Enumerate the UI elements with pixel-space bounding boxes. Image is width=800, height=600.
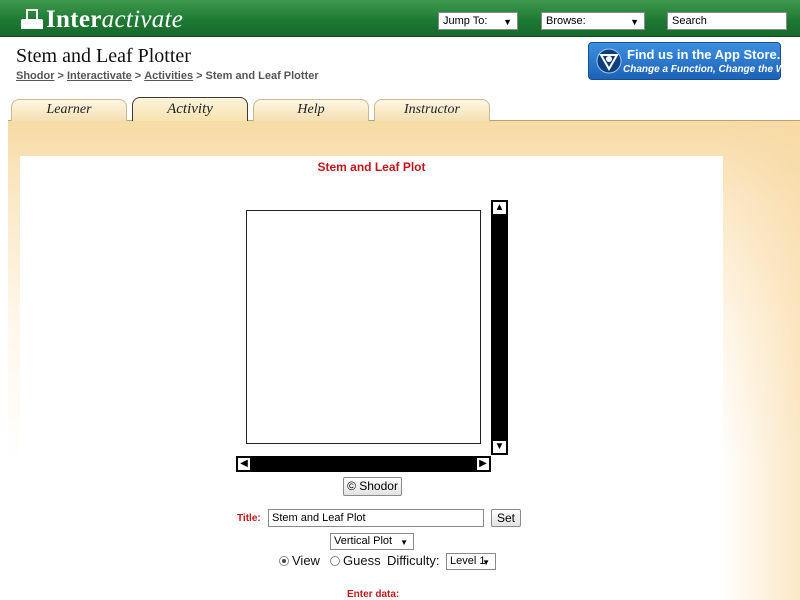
scroll-right-icon[interactable]: ▶ — [476, 457, 490, 471]
browse-select[interactable]: Browse: ▼ — [541, 12, 645, 30]
dropdown-arrow-icon: ▼ — [400, 538, 408, 547]
app-store-tagline: Change a Function, Change the World — [623, 64, 800, 75]
plot-type-value: Vertical Plot — [334, 535, 393, 547]
app-store-headline: Find us in the App Store. — [627, 47, 781, 62]
breadcrumb: Shodor > Interactivate > Activities > Stem and… — [16, 70, 319, 82]
tab-bar: Learner Activity Help Instructor — [0, 97, 800, 121]
breadcrumb-shodor[interactable]: Shodor — [16, 70, 55, 82]
jump-to-select[interactable]: Jump To: ▼ — [438, 12, 518, 30]
title-label: Title: — [237, 513, 261, 524]
difficulty-label: Difficulty: — [387, 553, 440, 568]
top-navigation-bar: Interactivate Jump To: ▼ Browse: ▼ Searc… — [0, 0, 800, 37]
tab-help[interactable]: Help — [253, 99, 369, 121]
scroll-left-icon[interactable]: ◀ — [237, 457, 251, 471]
scroll-up-icon[interactable]: ▲ — [492, 201, 507, 215]
brand-name: Interactivate — [46, 5, 184, 33]
interactivate-logo[interactable]: Interactivate — [20, 4, 183, 34]
breadcrumb-current: Stem and Leaf Plotter — [205, 70, 319, 82]
set-button[interactable]: Set — [491, 509, 521, 527]
vertical-scrollbar[interactable]: ▲ ▼ — [491, 200, 508, 455]
view-radio[interactable] — [279, 556, 289, 566]
tab-instructor[interactable]: Instructor — [374, 99, 490, 121]
view-label: View — [292, 553, 320, 568]
difficulty-select[interactable]: Level 1 ▼ — [446, 553, 496, 570]
page-title: Stem and Leaf Plotter — [16, 45, 191, 67]
plot-type-select[interactable]: Vertical Plot ▼ — [330, 533, 414, 550]
copyright-button[interactable]: © Shodor — [343, 477, 402, 496]
guess-label: Guess — [343, 553, 381, 568]
search-input[interactable]: Search — [667, 12, 787, 30]
tab-learner[interactable]: Learner — [11, 99, 127, 121]
dropdown-arrow-icon: ▼ — [503, 17, 512, 27]
horizontal-scrollbar[interactable]: ◀ ▶ — [236, 456, 491, 472]
guess-radio[interactable] — [330, 556, 340, 566]
breadcrumb-interactivate[interactable]: Interactivate — [67, 70, 132, 82]
book-icon — [20, 7, 44, 31]
jump-to-label: Jump To: — [443, 15, 488, 27]
dropdown-arrow-icon: ▼ — [482, 558, 490, 567]
breadcrumb-activities[interactable]: Activities — [144, 70, 193, 82]
plot-title: Stem and Leaf Plot — [317, 160, 426, 174]
tab-activity[interactable]: Activity — [132, 97, 248, 121]
difficulty-value: Level 1 — [450, 555, 486, 567]
browse-label: Browse: — [546, 15, 586, 27]
dropdown-arrow-icon: ▼ — [630, 17, 639, 27]
plot-canvas — [246, 210, 481, 444]
enter-data-label: Enter data: — [347, 589, 400, 600]
scroll-down-icon[interactable]: ▼ — [492, 440, 507, 454]
app-store-banner[interactable]: Find us in the App Store. Change a Funct… — [588, 42, 800, 80]
interactivate-app-icon — [596, 48, 622, 74]
title-input[interactable]: Stem and Leaf Plot — [268, 509, 484, 527]
